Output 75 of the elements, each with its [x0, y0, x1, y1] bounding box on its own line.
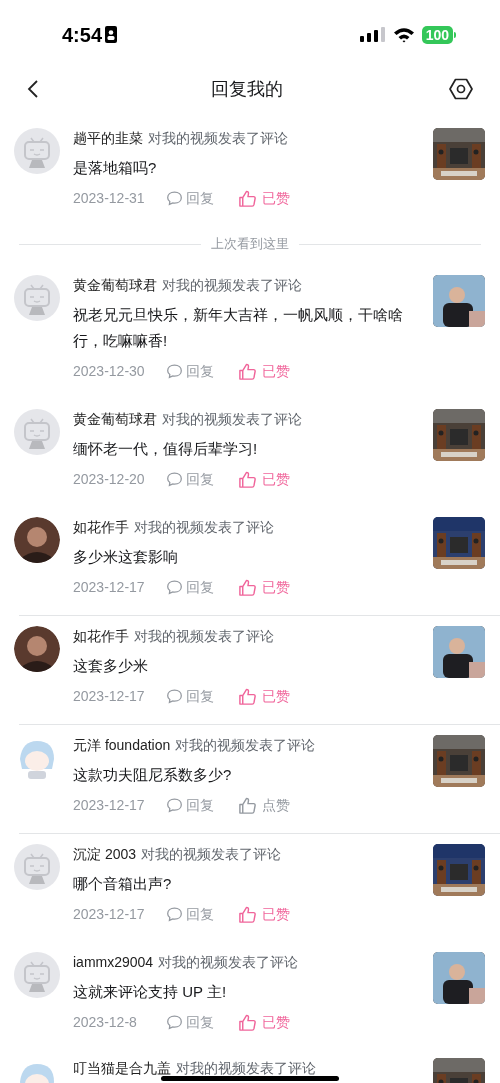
action-text: 对我的视频发表了评论 — [134, 518, 274, 537]
comment-icon — [166, 796, 183, 814]
last-seen-marker: 上次看到这里 — [210, 235, 290, 254]
thumbs-up-icon — [238, 904, 257, 924]
like-button[interactable]: 已赞 — [238, 468, 290, 490]
thumbs-up-icon — [238, 686, 257, 706]
comment-date: 2023-12-20 — [73, 469, 146, 489]
reply-button[interactable]: 回复 — [166, 468, 238, 490]
settings-icon — [449, 78, 473, 100]
reply-button[interactable]: 回复 — [166, 685, 238, 707]
user-name[interactable]: 黄金葡萄球君 — [73, 409, 157, 430]
user-name[interactable]: 元洋 foundation — [73, 735, 171, 756]
action-text: 对我的视频发表了评论 — [141, 845, 282, 864]
user-name[interactable]: 如花作手 — [73, 517, 129, 538]
action-text: 对我的视频发表了评论 — [134, 627, 274, 646]
thumbs-up-icon — [238, 795, 257, 815]
user-name[interactable]: 黄金葡萄球君 — [73, 275, 157, 296]
comment-icon — [166, 362, 183, 380]
action-text: 对我的视频发表了评论 — [162, 410, 302, 429]
comment-date: 2023-12-8 — [73, 1012, 138, 1032]
thumbs-up-icon — [238, 577, 257, 597]
comment-text: 祝老兄元旦快乐，新年大吉祥，一帆风顺，干啥啥行，吃嘛嘛香! — [73, 305, 404, 351]
comment-text: 这款功夫阻尼系数多少? — [73, 765, 233, 785]
like-button[interactable]: 已赞 — [238, 187, 290, 209]
comment-text: 是落地箱吗? — [73, 158, 158, 178]
back-icon — [26, 79, 40, 99]
like-button[interactable]: 已赞 — [238, 360, 290, 382]
thumbs-up-icon — [238, 1012, 257, 1032]
user-name[interactable]: 沉淀 2003 — [73, 844, 137, 865]
comment-date: 2023-12-17 — [73, 577, 146, 597]
signal-icon — [359, 26, 386, 43]
comment-icon — [166, 578, 183, 596]
comment-date: 2023-12-30 — [73, 361, 146, 381]
action-text: 对我的视频发表了评论 — [176, 1059, 316, 1078]
comment-icon — [166, 470, 183, 488]
reply-button[interactable]: 回复 — [166, 903, 238, 925]
thumbs-up-icon — [238, 469, 257, 489]
reply-button[interactable]: 回复 — [166, 1011, 238, 1033]
user-name[interactable]: iammx29004 — [73, 952, 154, 973]
reply-button[interactable]: 回复 — [166, 187, 238, 209]
like-button[interactable]: 已赞 — [238, 1011, 290, 1033]
comment-icon — [166, 687, 183, 705]
thumbs-up-icon — [238, 361, 257, 381]
user-name[interactable]: 如花作手 — [73, 626, 129, 647]
user-name[interactable]: 叮当猫是合九盖 — [73, 1058, 171, 1079]
reply-button[interactable]: 回复 — [166, 794, 238, 816]
reply-button[interactable]: 回复 — [166, 576, 238, 598]
comment-date: 2023-12-17 — [73, 686, 146, 706]
like-button[interactable]: 已赞 — [238, 685, 290, 707]
like-button[interactable]: 点赞 — [238, 794, 290, 816]
wifi-icon — [392, 26, 415, 43]
reply-button[interactable]: 回复 — [166, 360, 238, 382]
comment-date: 2023-12-17 — [73, 795, 146, 815]
user-name[interactable]: 趟平的韭菜 — [73, 128, 143, 149]
comment-icon — [166, 1013, 183, 1031]
comment-text: 缅怀老一代，值得后辈学习! — [73, 439, 259, 459]
like-button[interactable]: 已赞 — [238, 576, 290, 598]
comment-text: 多少米这套影响 — [73, 547, 179, 567]
action-text: 对我的视频发表了评论 — [148, 129, 288, 148]
action-text: 对我的视频发表了评论 — [175, 736, 316, 755]
settings-button[interactable] — [448, 76, 474, 102]
comment-icon — [166, 189, 183, 207]
like-button[interactable]: 已赞 — [238, 903, 290, 925]
status-time: 4:54 — [62, 22, 103, 48]
action-text: 对我的视频发表了评论 — [158, 953, 299, 972]
comment-text: 哪个音箱出声? — [73, 874, 173, 894]
comment-date: 2023-12-17 — [73, 904, 146, 924]
action-text: 对我的视频发表了评论 — [162, 276, 302, 295]
comment-date: 2023-12-31 — [73, 188, 146, 208]
comment-text: 这套多少米 — [73, 656, 149, 676]
comment-icon — [166, 905, 183, 923]
thumbs-up-icon — [238, 188, 257, 208]
battery-indicator: 100 — [421, 25, 453, 44]
page-title: 回复我的 — [211, 77, 283, 101]
comment-text: 这就来评论支持 UP 主! — [73, 982, 228, 1002]
